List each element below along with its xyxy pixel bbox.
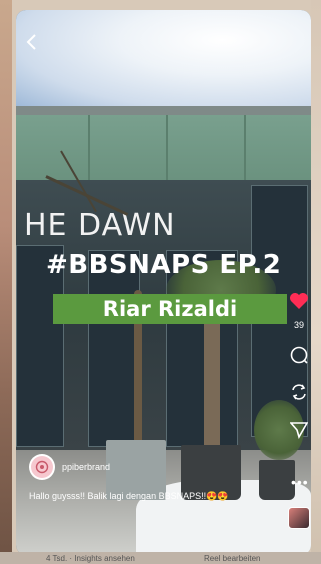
name-banner: Riar Rizaldi: [53, 294, 287, 324]
reel-title: #BBSNAPS EP.2: [46, 250, 282, 280]
palm-trunk: [204, 310, 220, 450]
dark-planter: [259, 460, 295, 500]
more-icon[interactable]: •••: [291, 474, 309, 490]
building-sign: HE DAWN: [24, 208, 176, 243]
panel-divider: [88, 115, 90, 180]
insights-link[interactable]: 4 Tsd. · Insights ansehen: [46, 554, 135, 563]
send-icon[interactable]: [289, 421, 309, 444]
repost-icon[interactable]: [290, 383, 308, 406]
panel-divider: [244, 115, 246, 180]
previous-reel-preview: [0, 0, 12, 564]
next-reel-preview: [311, 0, 321, 564]
audio-track-thumbnail[interactable]: [288, 507, 310, 529]
avatar[interactable]: [29, 454, 55, 480]
sky-background: [16, 10, 311, 110]
reel-video[interactable]: HE DAWN #BBSNAPS EP.2 Riar Rizaldi: [16, 10, 311, 555]
heart-icon[interactable]: [289, 292, 309, 315]
edit-reel-link[interactable]: Reel bearbeiten: [204, 554, 260, 563]
like-count: 39: [293, 320, 304, 330]
reel-caption[interactable]: Hallo guysss!! Balik lagi dengan BBSNAPS…: [29, 491, 229, 502]
comment-icon[interactable]: [290, 346, 308, 369]
author-username[interactable]: ppiberbrand: [62, 462, 110, 472]
panel-divider: [166, 115, 168, 180]
brand-logo-icon: [31, 456, 53, 478]
green-facade-panels: [16, 115, 311, 180]
chevron-left-icon[interactable]: [26, 34, 42, 52]
